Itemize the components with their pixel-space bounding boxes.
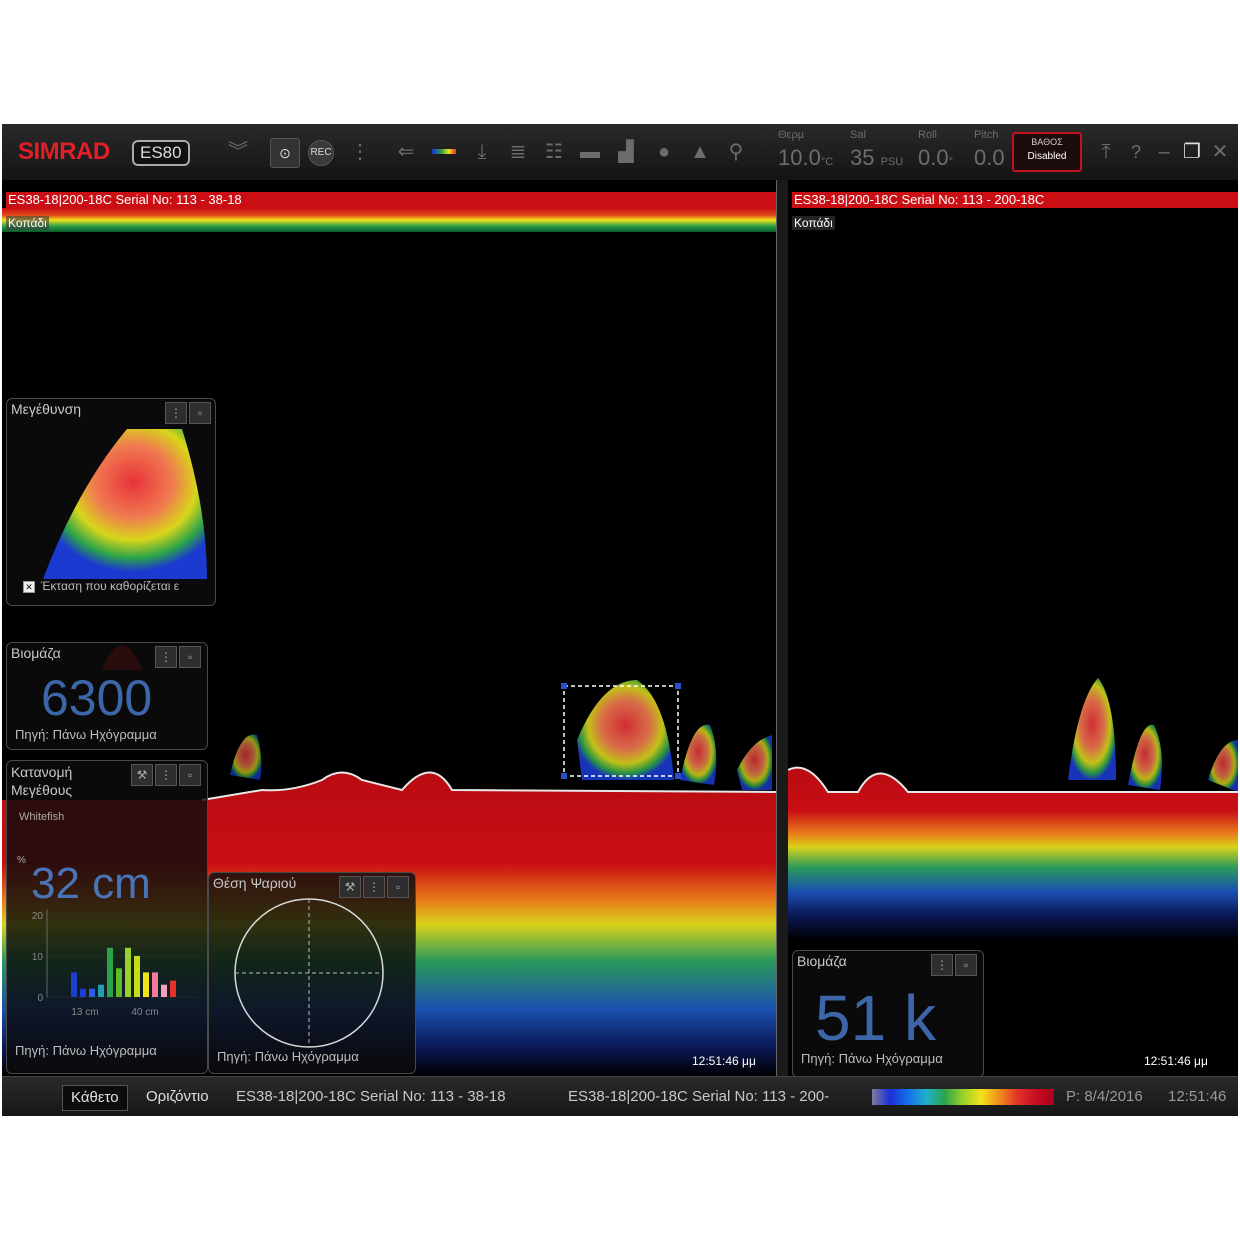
fish-position-plot [234,898,384,1048]
histogram-bar [170,980,176,997]
record-button[interactable]: ⊙ [270,138,300,168]
sensor-salinity: Sal 35 PSU [850,129,904,170]
echogram-timestamp: 12:51:46 μμ [1144,1054,1208,1068]
histogram-bar [125,947,131,997]
sensor-temperature: Θερμ 10.0°C [778,129,834,170]
depth-alarm-button[interactable]: ΒΑΘΟΣ Disabled [1012,132,1082,172]
echogram-timestamp: 12:51:46 μμ [692,1054,756,1068]
separator-icon: ⋮ [350,141,370,163]
echosounder-app: SIMRAD ES80 ︾ ⊙ REC ⋮ ⇐ ⤓ ≣ ☷ ▬ ▟ ● ▲ ⚲ … [2,124,1238,1116]
histogram-bar [107,947,113,997]
brand-logo: SIMRAD [18,138,110,165]
zoom-widget[interactable]: Μεγέθυνση ⋮ ▫ ✕ Έκταση που καθορίζεται ε [6,398,216,606]
close-icon[interactable]: ✕ [1206,138,1234,166]
histogram-bar [134,956,140,997]
color-scale [872,1089,1054,1105]
channel2-label[interactable]: ES38-18|200-18C Serial No: 113 - 200- [568,1085,829,1109]
widget-close-icon[interactable]: ▫ [955,954,977,976]
tab-vertical[interactable]: Κάθετο [62,1085,128,1111]
scale-icon[interactable]: ☷ [540,138,568,166]
histogram-bar [152,972,158,997]
channel-title-bar: ES38-18|200-18C Serial No: 113 - 38-18 [6,192,776,208]
biomass-source: Πηγή: Πάνω Ηχόγραμμα [801,1051,943,1066]
widget-menu-icon[interactable]: ⋮ [931,954,953,976]
sensor-roll: Roll 0.0° [918,129,953,170]
channel1-label[interactable]: ES38-18|200-18C Serial No: 113 - 38-18 [236,1085,506,1109]
biomass-source: Πηγή: Πάνω Ηχόγραμμα [15,727,157,742]
y-tick-label: 0 [37,993,43,1004]
export-icon[interactable]: ⤒ [1092,138,1120,166]
arrow-icon[interactable]: ⇐ [392,138,420,166]
biomass-widget-right[interactable]: Βιομάζα ⋮ ▫ 51 k Πηγή: Πάνω Ηχόγραμμα [792,950,984,1078]
globe-icon[interactable]: ● [650,138,678,166]
model-badge: ES80 [132,140,190,166]
channel-title-bar: ES38-18|200-18C Serial No: 113 - 200-18C [792,192,1238,208]
help-button[interactable]: ? [1122,138,1150,166]
extent-checkbox[interactable]: ✕ [23,581,35,593]
histogram-bar [98,984,104,997]
histogram-bar [80,988,86,997]
restore-icon[interactable]: ❐ [1178,138,1206,166]
biomass-value: 6300 [41,670,153,726]
menu-collapse-icon[interactable]: ︾ [224,138,252,166]
size-source: Πηγή: Πάνω Ηχόγραμμα [15,1043,157,1058]
fish-position-widget[interactable]: Θέση Ψαριού ⚒ ⋮ ▫ Πηγή: Πάνω Ηχόγραμμα [208,872,416,1074]
size-distribution-widget[interactable]: Κατανομή Μεγέθους ⚒ ⋮ ▫ Whitefish % 32 c… [6,760,208,1074]
echogram-right-canvas [788,678,1238,940]
search-icon[interactable]: ⚲ [722,138,750,166]
widget-close-icon[interactable]: ▫ [179,646,201,668]
histogram-bar [161,984,167,997]
status-bar: Κάθετο Οριζόντιο ES38-18|200-18C Serial … [2,1076,1238,1116]
y-tick-label: 10 [32,952,44,963]
zoom-widget-footer: Έκταση που καθορίζεται ε [41,579,180,593]
widget-menu-icon[interactable]: ⋮ [155,646,177,668]
playback-time: 12:51:46 [1168,1088,1227,1105]
histogram-bar [89,988,95,997]
biomass-title: Βιομάζα [797,953,847,969]
palette-icon[interactable] [430,138,458,166]
toolbar: SIMRAD ES80 ︾ ⊙ REC ⋮ ⇐ ⤓ ≣ ☷ ▬ ▟ ● ▲ ⚲ … [2,124,1238,181]
zoom-view [43,429,207,579]
download-icon[interactable]: ⤓ [468,138,496,166]
x-tick-label: 13 cm [71,1007,98,1018]
layers-icon[interactable]: ≣ [504,138,532,166]
biomass-title: Βιομάζα [11,645,61,661]
size-histogram: 20 10 0 13 cm 40 cm [32,909,197,1018]
histogram-bar [71,972,77,997]
minimize-icon[interactable]: – [1150,138,1178,166]
y-tick-label: 20 [32,911,44,922]
biomass-widget-left[interactable]: Βιομάζα ⋮ ▫ 6300 Πηγή: Πάνω Ηχόγραμμα [6,642,208,750]
x-tick-label: 40 cm [131,1007,158,1018]
sonar-cone-icon[interactable]: ▲ [686,138,714,166]
screen-icon[interactable]: ▬ [576,138,604,166]
histogram-bar [116,968,122,997]
fish-position-source: Πηγή: Πάνω Ηχόγραμμα [217,1049,359,1064]
school-track-label: Κοπάδι [792,216,835,230]
biomass-value: 51 k [815,982,936,1054]
school-track-label: Κοπάδι [6,216,49,230]
echogram-right[interactable]: ES38-18|200-18C Serial No: 113 - 200-18C… [788,180,1238,1076]
histogram-bar [143,972,149,997]
sensor-pitch: Pitch 0.0 [974,129,1005,170]
bar-chart-icon[interactable]: ▟ [612,138,640,166]
playback-date: P: 8/4/2016 [1066,1088,1143,1105]
tab-horizontal[interactable]: Οριζόντιο [138,1085,217,1109]
rec-button[interactable]: REC [308,140,334,166]
